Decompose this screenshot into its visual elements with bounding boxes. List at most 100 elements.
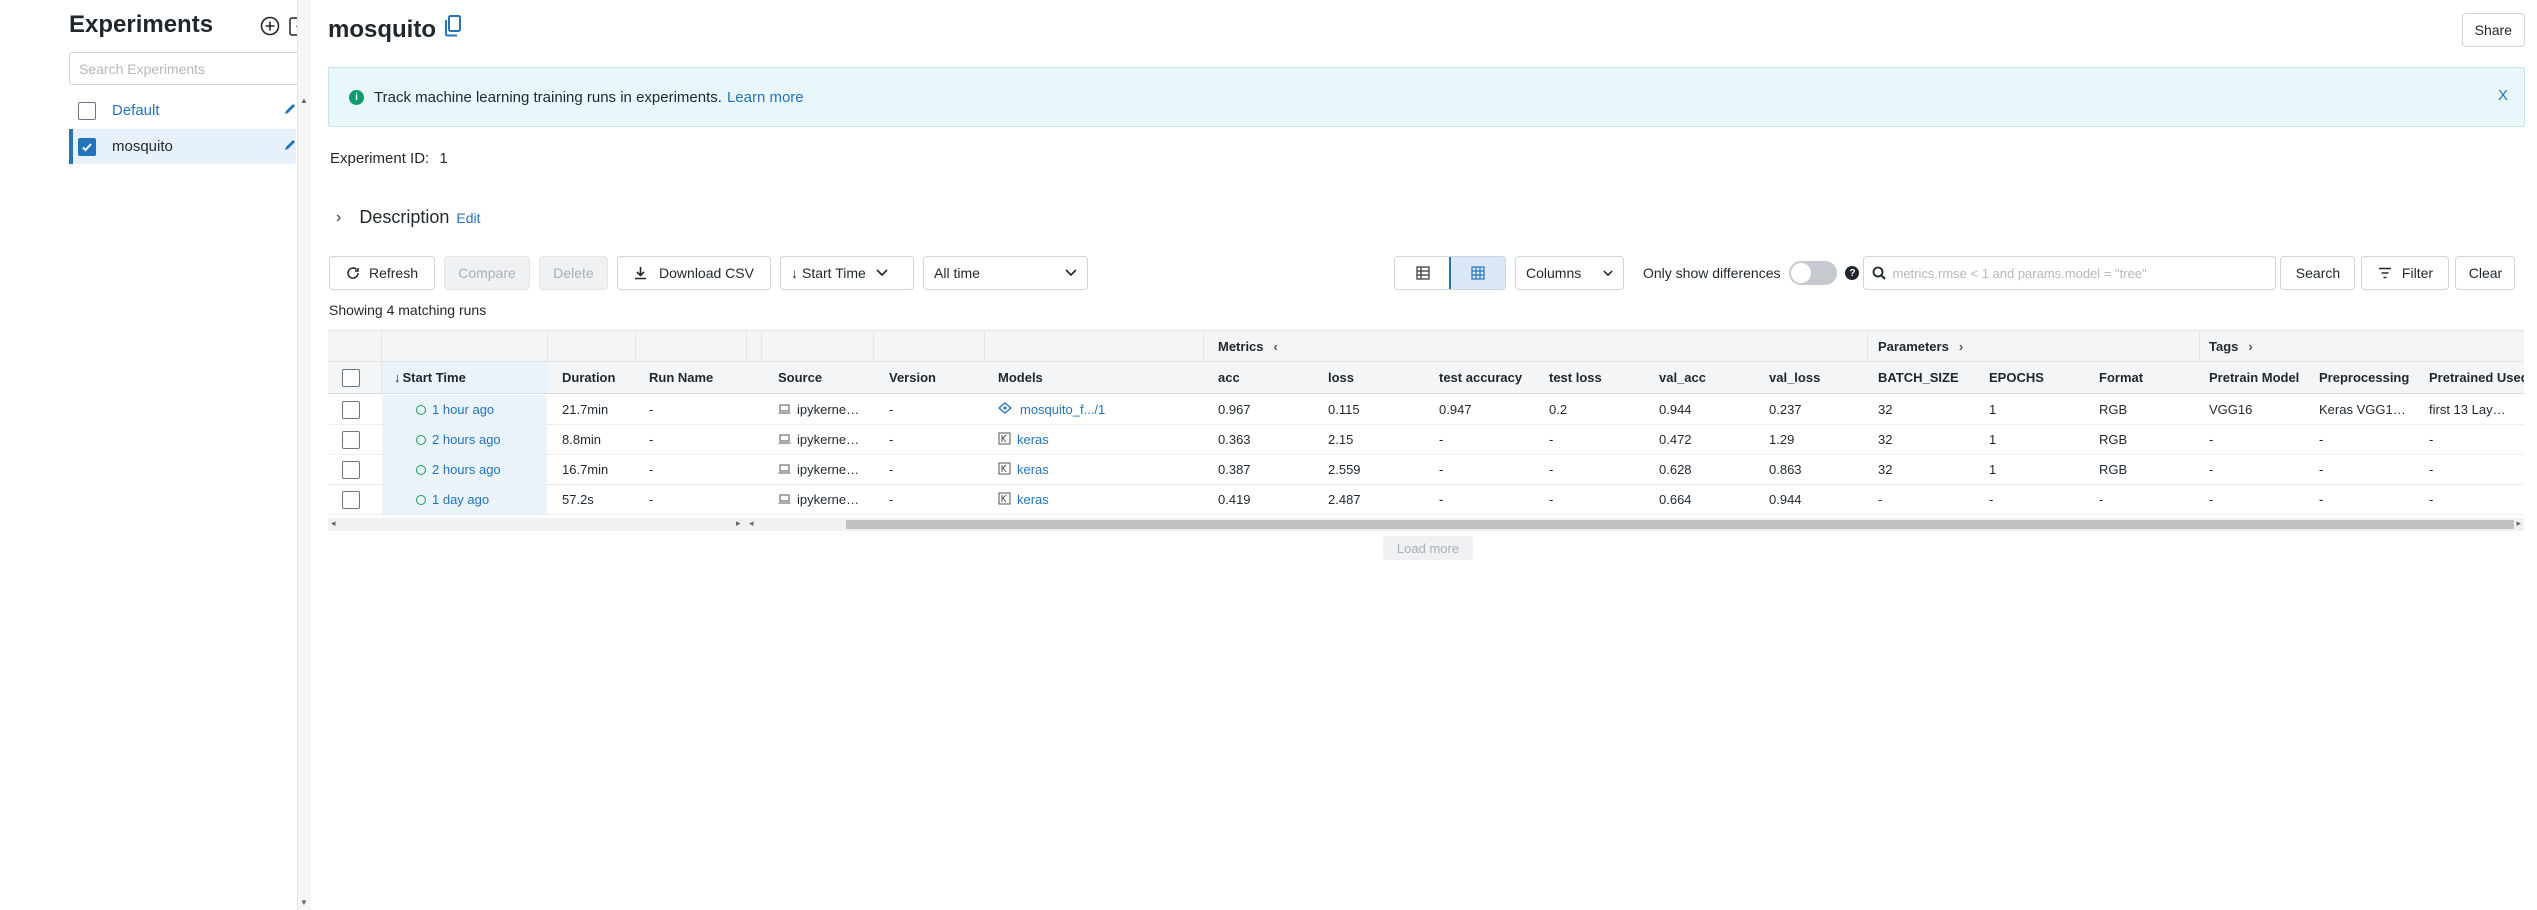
batch-size-cell: 32 [1878,432,1893,447]
refresh-button[interactable]: Refresh [329,256,435,290]
edit-icon[interactable] [283,102,297,121]
clear-button[interactable]: Clear [2455,256,2516,290]
delete-button[interactable]: Delete [539,256,608,290]
experiment-checkbox[interactable] [78,137,96,156]
chevron-right-icon[interactable]: › [336,209,341,227]
column-header-run-name[interactable]: Run Name [649,362,713,393]
models-cell[interactable]: keras [998,485,1049,514]
learn-more-link[interactable]: Learn more [727,89,804,106]
scroll-right-arrow[interactable]: ▸ [2516,518,2521,529]
run-name-cell: - [649,432,654,447]
column-header-test-loss[interactable]: test loss [1549,362,1602,393]
copy-icon[interactable] [444,15,462,44]
search-experiments-input[interactable] [69,52,311,85]
column-header-models[interactable]: Models [998,362,1043,393]
start-time-cell[interactable]: 1 day ago [382,485,547,514]
pretrain-model-cell: VGG16 [2209,402,2253,417]
table-horizontal-scrollbar[interactable]: ◂ ▸ ◂ ▸ [328,518,2524,531]
pretrained-used-cell: - [2429,432,2434,447]
model-link[interactable]: keras [1017,432,1049,447]
pretrain-model-cell: - [2209,432,2214,447]
parameters-group-header[interactable]: Parameters › [1878,331,1963,361]
start-time-link[interactable]: 1 day ago [432,492,489,507]
column-header-acc[interactable]: acc [1218,362,1240,393]
column-header-val-loss[interactable]: val_loss [1769,362,1820,393]
start-time-cell[interactable]: 2 hours ago [382,425,547,454]
start-time-cell[interactable]: 1 hour ago [382,395,547,424]
models-cell[interactable]: keras [998,455,1049,484]
models-cell[interactable]: mosquito_f.../1 [998,395,1105,424]
column-header-epochs[interactable]: EPOCHS [1989,362,2044,393]
start-time-link[interactable]: 2 hours ago [432,462,501,477]
share-button[interactable]: Share [2461,13,2525,47]
scroll-left-arrow[interactable]: ◂ [331,518,336,529]
column-header-pretrain-model[interactable]: Pretrain Model [2209,362,2299,393]
list-view-icon[interactable] [1395,257,1450,289]
preprocessing-cell: - [2319,432,2324,447]
row-checkbox[interactable] [342,490,360,509]
only-differences-toggle[interactable] [1789,261,1838,285]
column-header-duration[interactable]: Duration [562,362,615,393]
time-range-select[interactable]: All time [923,256,1088,290]
column-header-loss[interactable]: loss [1328,362,1354,393]
models-cell[interactable]: keras [998,425,1049,454]
sidebar-item-label[interactable]: Default [112,102,160,119]
scroll-left-arrow[interactable]: ◂ [749,518,754,529]
column-header-batch-size[interactable]: BATCH_SIZE [1878,362,1959,393]
chevron-right-icon[interactable]: › [2248,339,2252,354]
experiment-checkbox[interactable] [78,101,96,120]
metrics-group-header[interactable]: Metrics ‹ [1218,331,1278,361]
column-group-header: Metrics ‹ Parameters › Tags › [328,330,2524,362]
table-view-icon[interactable] [1449,257,1505,289]
select-all-checkbox[interactable] [342,368,360,387]
table-row[interactable]: 1 hour ago 21.7min - ipykerne… - mosquit… [328,395,2524,425]
download-csv-button[interactable]: Download CSV [617,256,771,290]
model-link[interactable]: mosquito_f.../1 [1020,402,1105,417]
sidebar-item-label[interactable]: mosquito [112,138,173,155]
model-link[interactable]: keras [1017,492,1049,507]
close-banner-button[interactable]: X [2498,87,2508,104]
sidebar-scrollbar[interactable]: ▲ ▼ [297,0,311,910]
start-time-cell[interactable]: 2 hours ago [382,455,547,484]
column-header-preprocessing[interactable]: Preprocessing [2319,362,2409,393]
column-header-source[interactable]: Source [778,362,822,393]
table-row[interactable]: 2 hours ago 16.7min - ipykerne… - keras … [328,455,2524,485]
search-runs-input[interactable]: metrics.rmse < 1 and params.model = "tre… [1863,256,2277,290]
column-header-start-time[interactable]: ↓ Start Time [382,362,547,393]
edit-icon[interactable] [283,138,297,157]
sidebar-item-default[interactable]: Default [69,93,296,128]
table-row[interactable]: 2 hours ago 8.8min - ipykerne… - keras 0… [328,425,2524,455]
add-experiment-icon[interactable] [260,16,280,36]
help-icon[interactable]: ? [1845,266,1860,280]
column-header-val-acc[interactable]: val_acc [1659,362,1706,393]
columns-select[interactable]: Columns [1515,256,1624,290]
search-button[interactable]: Search [2280,256,2356,290]
row-checkbox[interactable] [342,430,360,449]
column-header-format[interactable]: Format [2099,362,2143,393]
row-checkbox[interactable] [342,400,360,419]
edit-description-link[interactable]: Edit [456,210,480,226]
model-link[interactable]: keras [1017,462,1049,477]
table-row[interactable]: 1 day ago 57.2s - ipykerne… - keras 0.41… [328,485,2524,515]
filter-button[interactable]: Filter [2361,256,2450,290]
load-more-button[interactable]: Load more [1383,536,1473,560]
row-checkbox[interactable] [342,460,360,479]
scroll-right-arrow[interactable]: ▸ [736,518,741,529]
start-time-link[interactable]: 1 hour ago [432,402,494,417]
preprocessing-cell: - [2319,492,2324,507]
compare-button[interactable]: Compare [444,256,530,290]
keras-model-icon [998,492,1011,508]
column-header-pretrained-used[interactable]: Pretrained Used [2429,362,2524,393]
sidebar-item-mosquito[interactable]: mosquito [69,129,296,164]
start-time-link[interactable]: 2 hours ago [432,432,501,447]
tags-group-header[interactable]: Tags › [2209,331,2253,361]
column-header-test-accuracy[interactable]: test accuracy [1439,362,1522,393]
sort-select[interactable]: ↓ Start Time [780,256,914,290]
source-text: ipykerne… [797,402,860,417]
column-header-version[interactable]: Version [889,362,936,393]
description-label[interactable]: Description [359,207,449,228]
preprocessing-cell: - [2319,462,2324,477]
scrollbar-thumb[interactable] [846,520,2514,529]
chevron-right-icon[interactable]: › [1959,339,1963,354]
chevron-left-icon[interactable]: ‹ [1274,339,1278,354]
